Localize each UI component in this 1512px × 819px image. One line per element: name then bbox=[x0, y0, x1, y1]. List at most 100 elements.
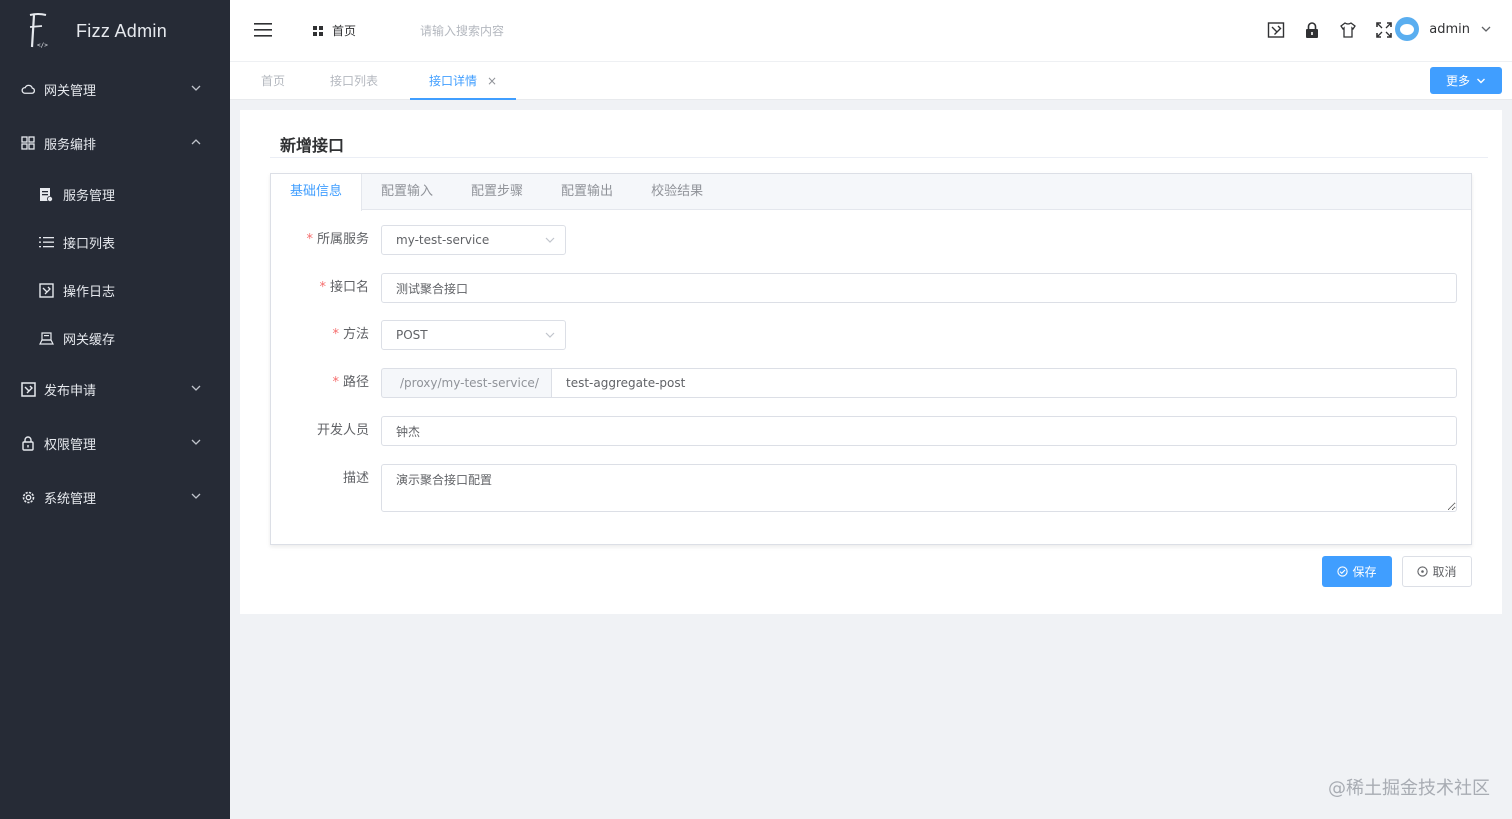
form-label: * 路径 bbox=[332, 375, 369, 390]
page-title: 新增接口 bbox=[280, 136, 345, 155]
form-row-developer: 开发人员 bbox=[271, 416, 1471, 446]
save-button-label: 保存 bbox=[1352, 565, 1377, 579]
menu-item-orchestration[interactable]: 服务编排 bbox=[0, 116, 230, 170]
page-tabs-bar: 首页 接口列表 接口详情 × 更多 bbox=[230, 62, 1512, 100]
form-row-method: * 方法 POST bbox=[271, 320, 1471, 350]
menu-item-system[interactable]: 系统管理 bbox=[0, 470, 230, 524]
menu-item-permission[interactable]: 权限管理 bbox=[0, 416, 230, 470]
main-content: 新增接口 基础信息 配置输入 配置步骤 配置输出 校验结果 * 所属服务 my-t… bbox=[240, 110, 1502, 614]
tab-basic-info[interactable]: 基础信息 bbox=[271, 174, 363, 211]
chevron-down-icon bbox=[191, 439, 201, 445]
breadcrumb-home: 首页 bbox=[332, 24, 357, 38]
service-select[interactable]: my-test-service bbox=[381, 225, 566, 255]
tab-config-output[interactable]: 配置输出 bbox=[542, 174, 632, 210]
cancel-button-label: 取消 bbox=[1432, 565, 1457, 579]
menu-item-label: 服务编排 bbox=[44, 137, 97, 153]
list-icon bbox=[38, 234, 54, 250]
form-row-path: * 路径 /proxy/my-test-service/ bbox=[271, 368, 1471, 398]
watermark: @稀土掘金技术社区 bbox=[1328, 778, 1490, 799]
user-name: admin bbox=[1429, 21, 1470, 37]
divider bbox=[270, 157, 1488, 158]
lock-icon[interactable] bbox=[1302, 20, 1322, 40]
sidebar-item-gateway-cache[interactable]: 网关缓存 bbox=[0, 314, 230, 362]
method-select-value: POST bbox=[396, 328, 428, 342]
menu-item-label: 网关管理 bbox=[44, 83, 97, 99]
svg-text:</>: </> bbox=[37, 42, 48, 49]
chevron-down-icon bbox=[191, 385, 201, 391]
chevron-up-icon bbox=[191, 139, 201, 145]
more-button-label: 更多 bbox=[1445, 74, 1470, 88]
form-label: 描述 bbox=[342, 471, 369, 486]
method-select[interactable]: POST bbox=[381, 320, 566, 350]
cloud-icon bbox=[20, 81, 36, 97]
form-label: 开发人员 bbox=[316, 423, 369, 438]
logo-mark-icon: </> bbox=[29, 13, 48, 49]
fullscreen-icon[interactable] bbox=[1374, 20, 1394, 40]
chevron-down-icon bbox=[191, 85, 201, 91]
tab-config-steps[interactable]: 配置步骤 bbox=[452, 174, 542, 210]
path-prefix: /proxy/my-test-service/ bbox=[381, 368, 551, 398]
page-tab-interface-detail[interactable]: 接口详情 × bbox=[410, 62, 517, 100]
form-row-name: * 接口名 bbox=[271, 273, 1471, 303]
save-button[interactable]: 保存 bbox=[1322, 556, 1392, 587]
top-header: 首页 admin bbox=[230, 0, 1512, 62]
card-tabs: 基础信息 配置输入 配置步骤 配置输出 校验结果 bbox=[271, 174, 1471, 211]
chevron-down-icon bbox=[545, 237, 555, 243]
cancel-button[interactable]: 取消 bbox=[1402, 556, 1472, 587]
path-input[interactable] bbox=[551, 368, 1457, 398]
interface-name-input[interactable] bbox=[381, 273, 1457, 303]
cache-icon bbox=[38, 330, 54, 346]
dashboard-icon bbox=[313, 25, 323, 36]
log-icon[interactable] bbox=[1266, 20, 1286, 40]
form-label: * 所属服务 bbox=[306, 232, 369, 247]
sidebar-item-label: 服务管理 bbox=[63, 188, 116, 204]
page-tab-label: 接口详情 bbox=[429, 74, 478, 88]
chevron-down-icon bbox=[545, 332, 555, 338]
hamburger-menu-icon[interactable] bbox=[254, 22, 272, 38]
sidebar-item-label: 接口列表 bbox=[63, 236, 116, 252]
publish-icon bbox=[20, 381, 36, 397]
tab-config-input[interactable]: 配置输入 bbox=[362, 174, 452, 210]
menu-item-gateway[interactable]: 网关管理 bbox=[0, 62, 230, 116]
page-tab-home[interactable]: 首页 bbox=[261, 62, 285, 100]
search-input[interactable] bbox=[420, 20, 640, 42]
log-icon bbox=[38, 282, 54, 298]
tab-validation-result[interactable]: 校验结果 bbox=[632, 174, 722, 210]
shirt-icon[interactable] bbox=[1338, 20, 1358, 40]
menu-item-label: 权限管理 bbox=[44, 437, 97, 453]
sidebar-item-interface-list[interactable]: 接口列表 bbox=[0, 218, 230, 266]
path-input-group: /proxy/my-test-service/ bbox=[381, 368, 1457, 398]
document-icon bbox=[38, 186, 54, 202]
app-name: Fizz Admin bbox=[76, 20, 168, 41]
chevron-down-icon bbox=[1477, 78, 1485, 83]
service-select-value: my-test-service bbox=[396, 233, 490, 247]
description-textarea[interactable]: 演示聚合接口配置 bbox=[381, 464, 1457, 512]
form-label: * 接口名 bbox=[319, 280, 369, 295]
header-tools bbox=[1266, 20, 1394, 40]
chevron-down-icon bbox=[191, 493, 201, 499]
gear-icon bbox=[20, 489, 36, 505]
form-row-description: 描述 演示聚合接口配置 bbox=[271, 464, 1471, 512]
form-row-service: * 所属服务 my-test-service bbox=[271, 225, 1471, 255]
user-menu[interactable]: admin bbox=[1395, 17, 1492, 41]
sidebar-item-service-management[interactable]: 服务管理 bbox=[0, 170, 230, 218]
developer-input[interactable] bbox=[381, 416, 1457, 446]
form-card: 基础信息 配置输入 配置步骤 配置输出 校验结果 * 所属服务 my-test-s… bbox=[270, 173, 1472, 545]
close-circle-icon bbox=[1417, 566, 1429, 577]
close-icon[interactable]: × bbox=[487, 74, 497, 88]
more-button[interactable]: 更多 bbox=[1430, 67, 1502, 94]
avatar bbox=[1395, 17, 1420, 41]
form-label: * 方法 bbox=[332, 327, 369, 342]
logo[interactable]: </> Fizz Admin bbox=[0, 0, 230, 62]
check-circle-icon bbox=[1337, 566, 1349, 577]
breadcrumb[interactable]: 首页 bbox=[312, 22, 356, 39]
chevron-down-icon bbox=[1481, 26, 1491, 32]
lock-icon bbox=[20, 435, 36, 451]
menu-item-label: 系统管理 bbox=[44, 491, 97, 507]
sidebar-item-operation-log[interactable]: 操作日志 bbox=[0, 266, 230, 314]
grid-icon bbox=[20, 135, 36, 151]
menu-item-publish[interactable]: 发布申请 bbox=[0, 362, 230, 416]
menu-item-label: 发布申请 bbox=[44, 383, 97, 399]
sidebar: </> Fizz Admin 网关管理 服务编排 服务管理 接口列表 操作日志 bbox=[0, 0, 230, 819]
page-tab-interface-list[interactable]: 接口列表 bbox=[330, 62, 378, 100]
